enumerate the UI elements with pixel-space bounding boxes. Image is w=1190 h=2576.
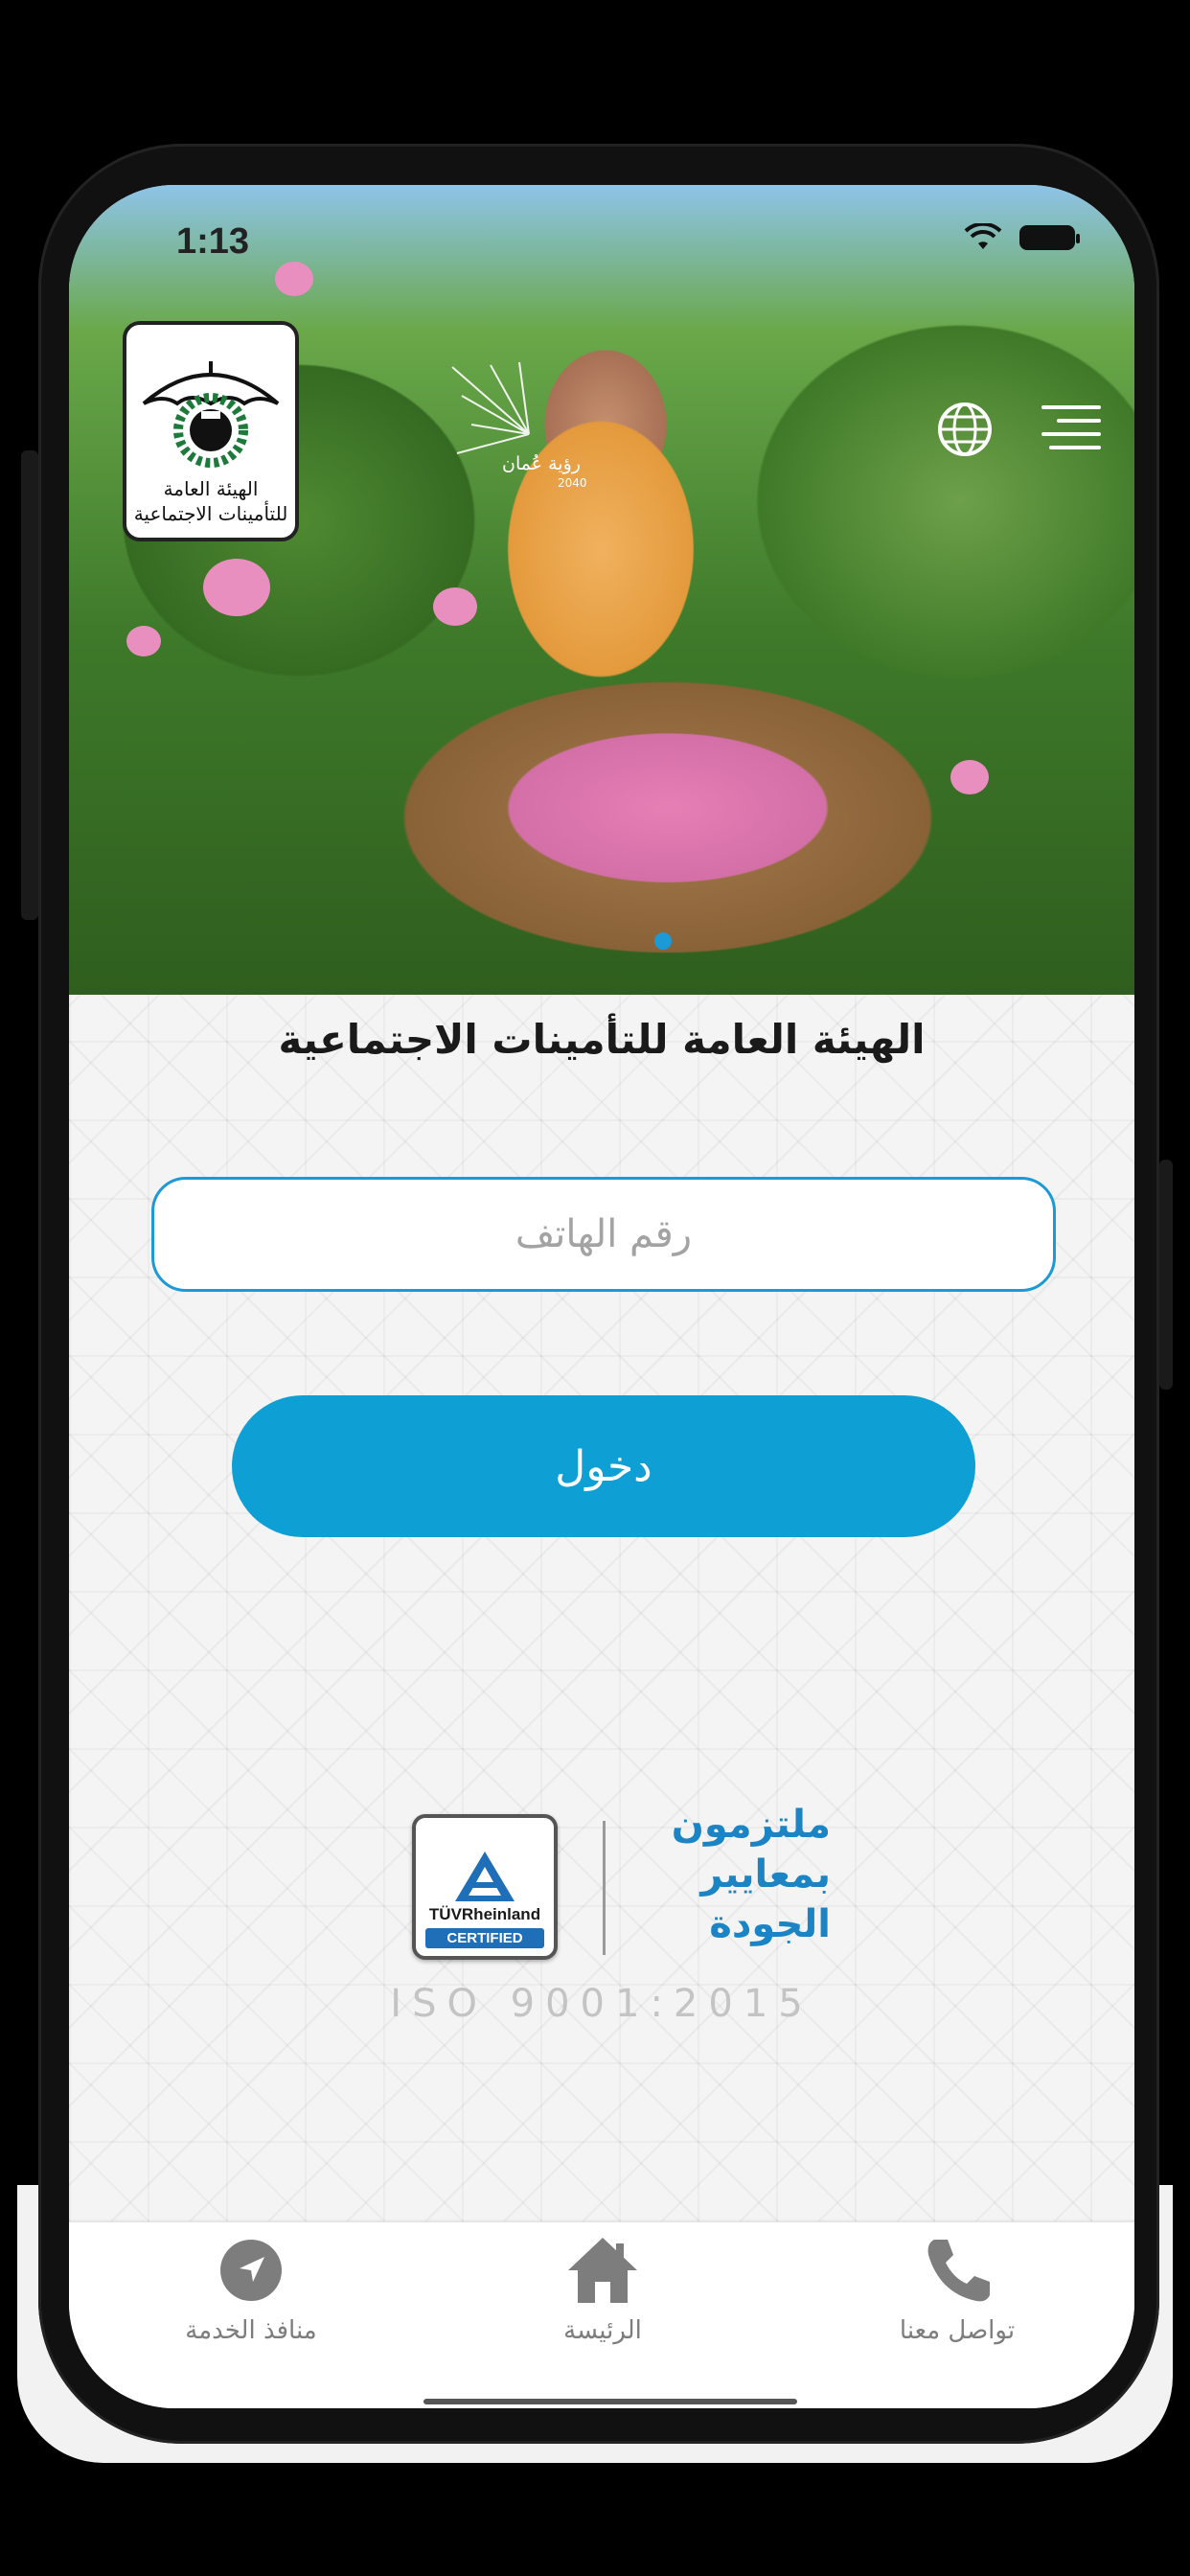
hero-image: 1:13 الهيئة العامة للتأمينات الاجتماعية bbox=[69, 185, 1134, 995]
tab-label: الرئيسة bbox=[563, 2316, 642, 2345]
menu-icon[interactable] bbox=[1041, 405, 1101, 449]
tuv-triangle-icon bbox=[455, 1852, 515, 1901]
status-icons bbox=[964, 223, 1080, 252]
logo-text: الهيئة العامة للتأمينات الاجتماعية bbox=[133, 477, 288, 525]
iso-standard: ISO 9001:2015 bbox=[390, 1982, 813, 2026]
phone-icon bbox=[927, 2240, 990, 2302]
login-button[interactable]: دخول bbox=[232, 1395, 975, 1537]
tab-label: تواصل معنا bbox=[899, 2316, 1016, 2345]
status-time: 1:13 bbox=[176, 221, 250, 262]
org-logo: الهيئة العامة للتأمينات الاجتماعية bbox=[123, 321, 299, 541]
tuv-brand: TÜVRheinland bbox=[428, 1905, 541, 1923]
home-icon bbox=[568, 2238, 637, 2303]
carousel-indicator[interactable] bbox=[654, 932, 672, 950]
tab-contact-us[interactable]: تواصل معنا bbox=[833, 2232, 1082, 2376]
globe-icon[interactable] bbox=[936, 401, 994, 458]
wifi-icon bbox=[964, 223, 1002, 249]
device-side-button bbox=[1159, 1160, 1173, 1390]
login-section: الهيئة العامة للتأمينات الاجتماعية دخول … bbox=[69, 995, 1134, 2221]
tab-label: منافذ الخدمة bbox=[185, 2316, 317, 2345]
tab-home[interactable]: الرئيسة bbox=[478, 2232, 727, 2376]
bottom-tab-bar: منافذ الخدمة الرئيسة تواصل معنا bbox=[69, 2221, 1134, 2408]
tab-service-outlets[interactable]: منافذ الخدمة bbox=[126, 2232, 376, 2376]
divider bbox=[603, 1821, 606, 1955]
umbrella-emblem-icon bbox=[142, 361, 280, 468]
device-side-button bbox=[21, 450, 38, 920]
vision-2040-logo: رؤية عُمان 2040 bbox=[443, 357, 634, 501]
app-screen: 1:13 الهيئة العامة للتأمينات الاجتماعية bbox=[69, 185, 1134, 2408]
tuv-certified-label: CERTIFIED bbox=[425, 1928, 544, 1948]
page-title: الهيئة العامة للتأمينات الاجتماعية bbox=[278, 1016, 926, 1063]
navigation-arrow-icon bbox=[220, 2240, 282, 2301]
tuv-certified-badge: TÜVRheinland CERTIFIED bbox=[412, 1814, 558, 1960]
quality-slogan: ملتزمون بمعايير الجودة bbox=[671, 1803, 831, 1946]
battery-icon bbox=[1019, 225, 1080, 250]
home-indicator bbox=[423, 2399, 797, 2404]
phone-number-input[interactable] bbox=[151, 1177, 1056, 1292]
